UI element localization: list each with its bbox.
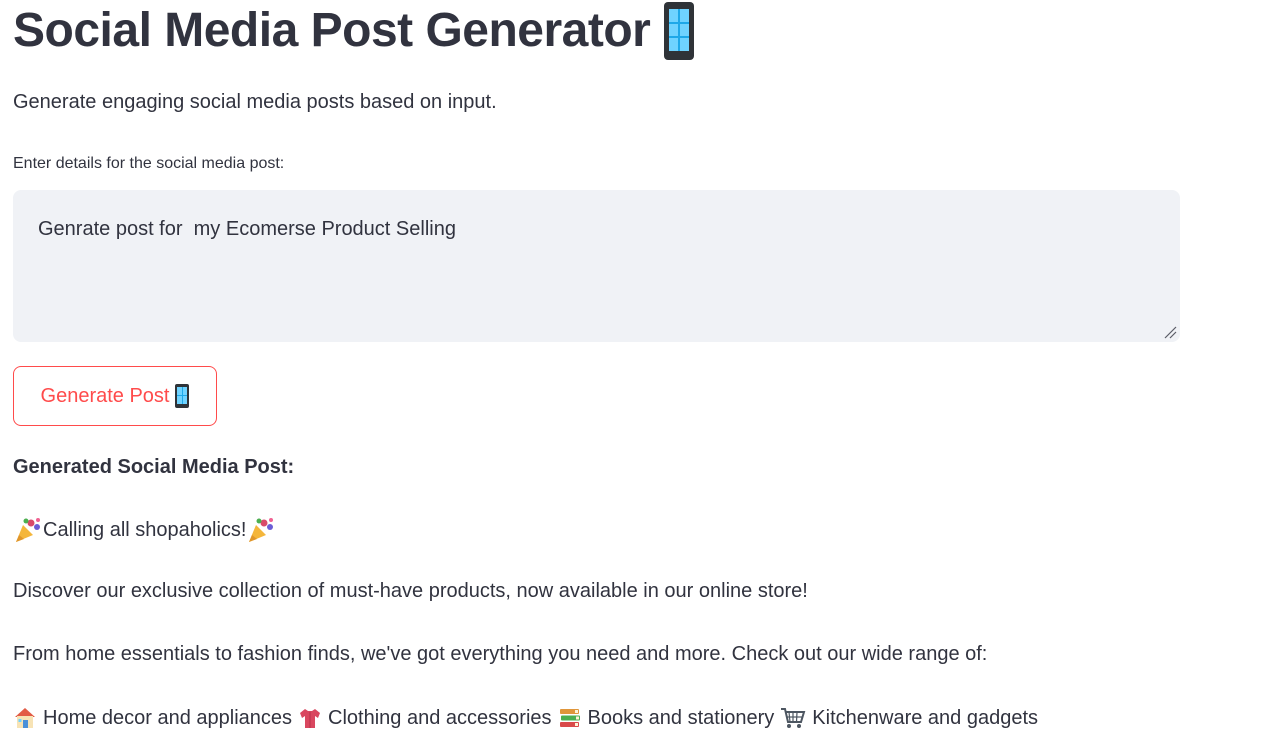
post-paragraph: Discover our exclusive collection of mus… <box>13 580 808 602</box>
post-details-label: Enter details for the social media post: <box>13 155 285 172</box>
post-paragraph: From home essentials to fashion finds, w… <box>13 643 988 665</box>
post-details-input[interactable]: Genrate post for my Ecomerse Product Sel… <box>13 190 1180 342</box>
generate-post-button[interactable]: Generate Post <box>13 366 217 426</box>
category-label: Home decor and appliances <box>43 706 293 729</box>
post-category-list: Home decor and appliances Clothing and a… <box>13 706 1038 730</box>
resize-handle-icon[interactable] <box>1163 325 1177 339</box>
category-label: Kitchenware and gadgets <box>812 706 1039 729</box>
books-icon <box>559 709 580 727</box>
shirt-icon <box>300 709 321 728</box>
party-popper-icon <box>249 518 274 542</box>
party-popper-icon <box>16 518 40 542</box>
page-title: Social Media Post Generator <box>13 0 695 60</box>
category-label: Clothing and accessories <box>328 706 552 729</box>
page-title-text: Social Media Post Generator <box>13 3 651 57</box>
app-page: Social Media Post Generator Generate eng… <box>0 0 1264 742</box>
result-heading: Generated Social Media Post: <box>13 456 295 478</box>
generate-post-button-label: Generate Post <box>40 384 170 407</box>
mobile-phone-icon <box>175 384 190 408</box>
page-subtitle: Generate engaging social media posts bas… <box>13 91 497 113</box>
shopping-cart-icon <box>781 708 806 728</box>
category-label: Books and stationery <box>587 706 775 729</box>
post-greeting: Calling all shopaholics! <box>13 517 276 543</box>
house-icon <box>15 708 35 728</box>
mobile-phone-icon <box>664 2 695 60</box>
post-greeting-text: Calling all shopaholics! <box>43 518 247 541</box>
